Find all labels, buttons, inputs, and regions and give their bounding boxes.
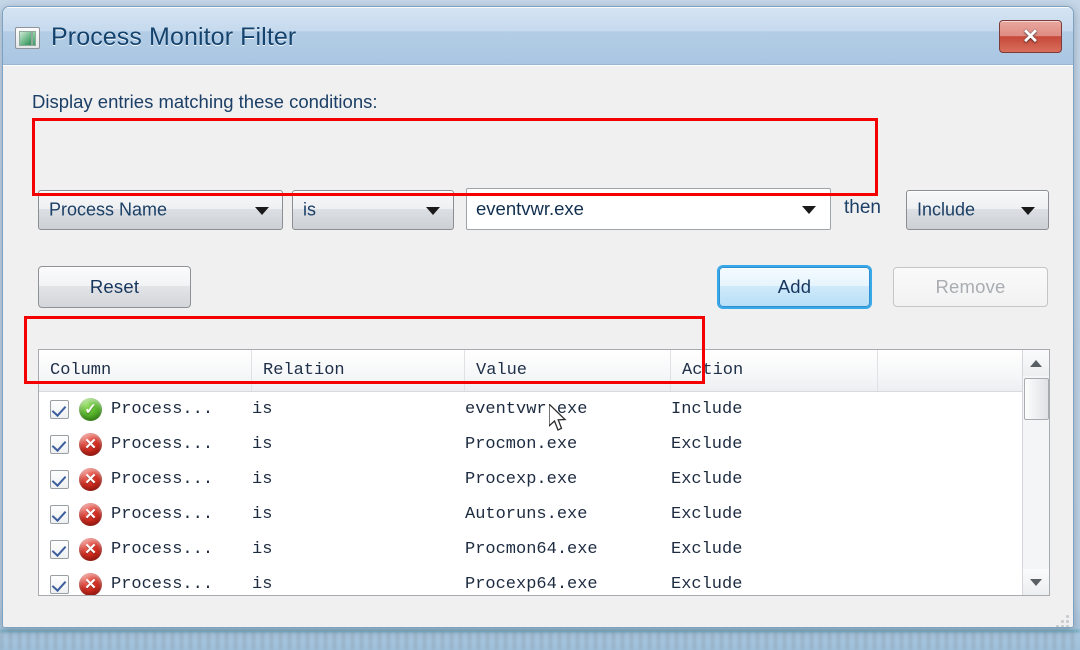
close-icon: ✕ (1022, 25, 1039, 48)
cell-value: Procexp.exe (465, 470, 578, 489)
include-badge-icon: ✓ (79, 398, 102, 421)
filter-column-value: Process Name (49, 199, 168, 220)
then-label: then (844, 197, 881, 218)
cell-relation: is (252, 505, 273, 524)
exclude-badge-icon: ✕ (79, 538, 102, 561)
table-row[interactable]: ✕ Process... is Procexp.exe Exclude (39, 462, 1049, 497)
chevron-up-icon (1030, 359, 1042, 367)
cell-action: Include (671, 400, 743, 419)
filter-relation-value: is (303, 199, 316, 220)
scroll-up-button[interactable] (1023, 350, 1049, 376)
cell-action: Exclude (671, 505, 743, 524)
annotation-box-filter-row (32, 118, 878, 196)
conditions-label: Display entries matching these condition… (32, 91, 378, 112)
filter-relation-dropdown[interactable]: is (292, 190, 454, 230)
cell-value: Autoruns.exe (465, 505, 588, 524)
process-monitor-filter-dialog: Process Monitor Filter ✕ Display entries… (2, 6, 1074, 628)
cell-column: Process... (111, 470, 214, 489)
remove-button: Remove (893, 267, 1048, 307)
column-header-action[interactable]: Action (671, 350, 878, 391)
cell-column: Process... (111, 435, 214, 454)
chevron-down-icon (255, 207, 269, 215)
background-blur-strip (0, 630, 1080, 650)
cell-action: Exclude (671, 435, 743, 454)
cell-column: Process... (111, 505, 214, 524)
cell-column: Process... (111, 400, 214, 419)
filter-column-dropdown[interactable]: Process Name (38, 190, 283, 230)
process-monitor-icon (15, 27, 40, 49)
cell-action: Exclude (671, 575, 743, 594)
column-header-column[interactable]: Column (39, 350, 252, 391)
filter-action-value: Include (917, 199, 976, 220)
cell-relation: is (252, 575, 273, 594)
close-button[interactable]: ✕ (999, 20, 1062, 53)
table-row[interactable]: ✕ Process... is Autoruns.exe Exclude (39, 497, 1049, 532)
table-row[interactable]: ✕ Process... is Procmon64.exe Exclude (39, 532, 1049, 567)
chevron-down-icon (1021, 207, 1035, 215)
row-checkbox[interactable] (50, 470, 69, 489)
table-row[interactable]: ✓ Process... is eventvwr.exe Include (39, 392, 1049, 427)
filter-action-dropdown[interactable]: Include (906, 190, 1049, 230)
cell-action: Exclude (671, 470, 743, 489)
column-header-relation[interactable]: Relation (252, 350, 465, 391)
ok-button[interactable]: OK (536, 627, 693, 628)
resize-grip[interactable] (1053, 612, 1069, 627)
scroll-down-button[interactable] (1023, 569, 1049, 595)
list-body: ✓ Process... is eventvwr.exe Include ✕ P… (39, 392, 1049, 595)
chevron-down-icon[interactable] (802, 206, 816, 214)
cell-value: eventvwr.exe (465, 400, 588, 419)
cell-column: Process... (111, 575, 214, 594)
table-row[interactable]: ✕ Process... is Procmon.exe Exclude (39, 427, 1049, 462)
scrollbar-thumb[interactable] (1024, 378, 1049, 420)
row-checkbox[interactable] (50, 575, 69, 594)
title-bar[interactable]: Process Monitor Filter ✕ (3, 7, 1073, 65)
cell-column: Process... (111, 540, 214, 559)
cancel-button[interactable]: Cancel (711, 627, 868, 628)
list-vertical-scrollbar[interactable] (1022, 350, 1049, 595)
reset-button[interactable]: Reset (38, 266, 191, 308)
titlebar-highlight (3, 7, 1073, 8)
row-checkbox[interactable] (50, 435, 69, 454)
table-row[interactable]: ✕ Process... is Procexp64.exe Exclude (39, 567, 1049, 595)
dialog-client-area: Display entries matching these condition… (3, 65, 1073, 628)
cell-value: Procmon.exe (465, 435, 578, 454)
row-checkbox[interactable] (50, 505, 69, 524)
cell-value: Procmon64.exe (465, 540, 598, 559)
window-title: Process Monitor Filter (51, 23, 297, 51)
chevron-down-icon (1030, 578, 1042, 586)
column-header-value[interactable]: Value (465, 350, 671, 391)
row-checkbox[interactable] (50, 540, 69, 559)
exclude-badge-icon: ✕ (79, 573, 102, 595)
list-header-row: Column Relation Value Action (39, 350, 1049, 392)
chevron-down-icon (426, 207, 440, 215)
cell-action: Exclude (671, 540, 743, 559)
row-checkbox[interactable] (50, 400, 69, 419)
exclude-badge-icon: ✕ (79, 503, 102, 526)
apply-button[interactable]: Apply (887, 627, 1044, 628)
filter-value-combobox[interactable]: eventvwr.exe (466, 188, 831, 230)
cell-relation: is (252, 470, 273, 489)
cell-relation: is (252, 400, 273, 419)
icon-bar-shape (32, 31, 36, 46)
exclude-badge-icon: ✕ (79, 468, 102, 491)
cell-relation: is (252, 540, 273, 559)
icon-glass-shape (19, 31, 32, 46)
cell-relation: is (252, 435, 273, 454)
exclude-badge-icon: ✕ (79, 433, 102, 456)
column-header-spacer[interactable] (878, 350, 1024, 391)
cell-value: Procexp64.exe (465, 575, 598, 594)
add-button[interactable]: Add (719, 267, 870, 307)
filter-rules-list: Column Relation Value Action ✓ Process..… (38, 349, 1050, 596)
filter-value-text: eventvwr.exe (476, 198, 584, 219)
